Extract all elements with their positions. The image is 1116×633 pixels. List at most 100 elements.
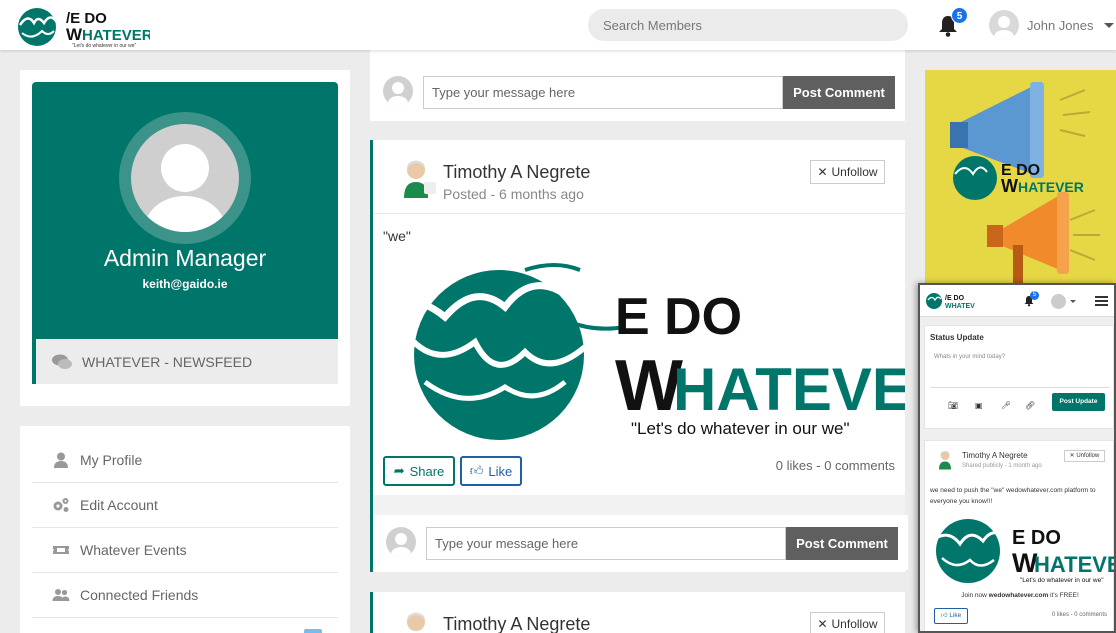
account-menu: My Profile Edit Account Whatever Events …	[20, 426, 350, 633]
menu-label: Edit Account	[80, 497, 158, 513]
chevron-down-icon	[1070, 300, 1076, 303]
svg-text:W: W	[66, 25, 83, 44]
post-meta: Posted - 6 months ago	[443, 186, 584, 202]
like-label: Like	[949, 612, 962, 619]
avatar	[989, 10, 1019, 40]
mobile-preview: /E DO WHATEVER 5 Status Update Whats in …	[918, 283, 1116, 633]
post-image[interactable]: E DO W HATEVER "Let's do whatever in our…	[928, 516, 1114, 584]
site-logo[interactable]: /E DO W HATEVER "Let's do whatever in ou…	[10, 3, 150, 49]
post-stats: 0 likes - 0 comments	[775, 458, 895, 473]
post-comment-button[interactable]: Post Comment	[783, 76, 895, 109]
post-text: we need to push the "we" wedowhatever.co…	[930, 487, 1096, 505]
unfollow-button[interactable]: ✕ Unfollow	[810, 612, 885, 633]
avatar	[383, 76, 413, 106]
post-author[interactable]: Timothy A Negrete	[443, 162, 590, 183]
avatar	[386, 527, 416, 557]
logo-text-line2: HATEVER	[673, 356, 905, 423]
microphone-icon[interactable]: 🎤︎	[1001, 401, 1011, 410]
unfollow-button[interactable]: ✕ Unfollow	[810, 160, 885, 184]
author-avatar[interactable]	[400, 610, 436, 633]
comment-row: Post Comment	[370, 66, 905, 121]
post-update-button[interactable]: Post Update	[1052, 393, 1105, 411]
close-icon: ✕	[817, 165, 828, 179]
share-button[interactable]: ➦ Share	[383, 456, 455, 486]
user-name: John Jones	[1027, 17, 1094, 33]
ticket-icon	[53, 546, 69, 554]
svg-text:HATEVER: HATEVER	[82, 27, 150, 44]
post-author[interactable]: Timothy A Negrete	[443, 614, 590, 633]
share-label: Share	[409, 463, 445, 479]
avatar[interactable]	[1051, 294, 1066, 309]
menu-item-edit-account[interactable]: Edit Account	[32, 483, 338, 528]
like-button[interactable]: 👍︎ Like	[460, 456, 522, 486]
site-logo[interactable]: /E DO WHATEVER	[925, 290, 975, 312]
svg-text:"Let's do whatever in our we": "Let's do whatever in our we"	[72, 43, 136, 49]
camera-icon[interactable]: 📷︎	[948, 401, 958, 410]
join-prefix: Join now	[961, 592, 989, 599]
close-icon: ✕	[817, 617, 828, 631]
mobile-top-bar: /E DO WHATEVER 5	[920, 285, 1114, 317]
thumbs-up-icon: 👍︎	[469, 463, 484, 478]
status-textarea[interactable]: Whats in your mind today?	[930, 348, 1110, 388]
comment-input[interactable]	[426, 527, 786, 560]
post-comment-button[interactable]: Post Comment	[786, 527, 898, 560]
gears-icon	[53, 498, 69, 512]
menu-item-whatever-events[interactable]: Whatever Events	[32, 528, 338, 573]
post-card: Timothy A Negrete Posted - 6 months ago …	[370, 140, 908, 572]
menu-label: Connected Friends	[80, 587, 199, 603]
like-button[interactable]: 👍︎ Like	[934, 608, 968, 624]
comment-row: Post Comment	[373, 515, 908, 570]
thumbs-up-icon: 👍︎	[940, 612, 948, 619]
newsfeed-link[interactable]: WHATEVER - NEWSFEED	[32, 339, 338, 384]
svg-text:HATEVER: HATEVER	[1018, 179, 1084, 195]
top-bar: /E DO W HATEVER "Let's do whatever in ou…	[0, 0, 1116, 50]
film-icon[interactable]: ▣	[975, 401, 983, 410]
comments-icon	[52, 354, 72, 369]
link-icon[interactable]: 🔗︎	[1025, 401, 1035, 410]
status-update-card: Status Update Whats in your mind today? …	[924, 325, 1114, 429]
unfollow-label: Unfollow	[831, 617, 878, 631]
user-icon	[54, 452, 68, 468]
svg-text:"Let's do whatever in our we": "Let's do whatever in our we"	[1020, 577, 1104, 584]
author-avatar[interactable]	[400, 158, 436, 200]
unfollow-label: Unfollow	[1076, 453, 1100, 459]
status-placeholder: Whats in your mind today?	[934, 354, 1006, 360]
post-stats: 0 likes - 0 comments	[1051, 612, 1107, 618]
menu-label: My Profile	[80, 452, 143, 468]
post-author[interactable]: Timothy A Negrete	[962, 451, 1028, 460]
user-menu[interactable]: John Jones	[989, 10, 1114, 40]
author-avatar[interactable]	[937, 449, 955, 471]
svg-text:E DO: E DO	[1012, 527, 1061, 549]
unfollow-button[interactable]: ✕ Unfollow	[1064, 450, 1105, 462]
logo-text-line1: E DO	[615, 288, 742, 346]
close-icon: ✕	[1069, 453, 1075, 459]
menu-label: Whatever Events	[80, 542, 187, 558]
promo-image[interactable]: E DO W HATEVER	[925, 70, 1116, 285]
notification-badge: 5	[951, 7, 968, 24]
svg-text:/E DO: /E DO	[945, 295, 965, 302]
profile-email: keith@gaido.ie	[142, 277, 228, 291]
mini-post-card: Timothy A Negrete Shared publicly - 1 mo…	[924, 440, 1114, 631]
menu-item-connected-friends[interactable]: Connected Friends	[32, 573, 338, 618]
join-suffix: it's FREE!	[1048, 592, 1079, 599]
post-image[interactable]: E DO W HATEVER "Let's do whatever in our…	[375, 262, 905, 442]
join-text: Join now wedowhatever.com it's FREE!	[925, 592, 1114, 599]
divider	[373, 495, 905, 515]
newsfeed-label: WHATEVER - NEWSFEED	[82, 353, 253, 370]
menu-icon[interactable]	[1095, 296, 1108, 306]
profile-avatar[interactable]	[131, 124, 239, 232]
post-meta: Shared publicly - 1 month ago	[962, 463, 1042, 469]
menu-item-my-profile[interactable]: My Profile	[32, 438, 338, 483]
join-site[interactable]: wedowhatever.com	[989, 592, 1049, 599]
unfollow-label: Unfollow	[831, 165, 878, 179]
profile-header: Admin Manager keith@gaido.ie	[32, 82, 338, 339]
svg-text:HATEVER: HATEVER	[1034, 552, 1114, 577]
comment-card: Post Comment	[370, 50, 905, 121]
menu-badge	[304, 629, 322, 633]
logo-tagline: "Let's do whatever in our we"	[631, 419, 850, 438]
post-card: Timothy A Negrete ✕ Unfollow	[370, 592, 905, 633]
status-title: Status Update	[930, 333, 984, 342]
search-members-input[interactable]	[588, 9, 908, 41]
comment-input[interactable]	[423, 76, 783, 109]
svg-text:W: W	[1001, 176, 1018, 196]
